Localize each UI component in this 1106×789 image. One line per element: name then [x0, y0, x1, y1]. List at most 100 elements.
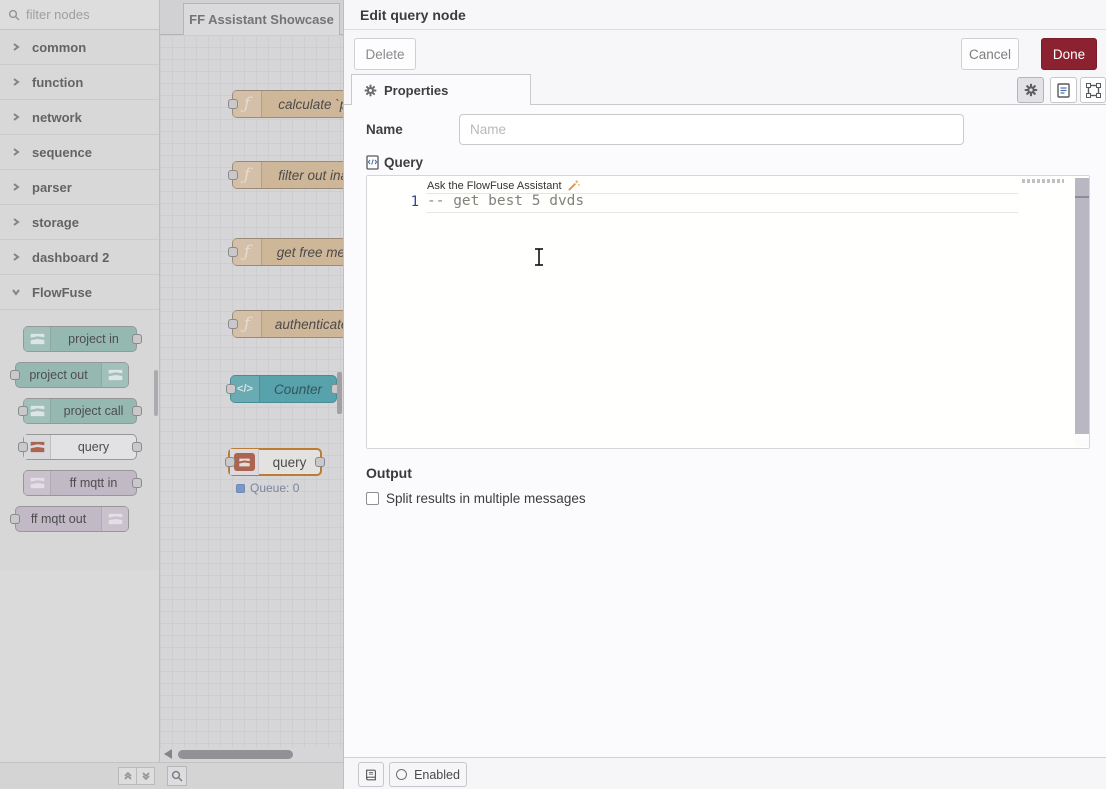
output-port: [132, 334, 142, 344]
tray-title: Edit query node: [344, 0, 1106, 30]
editor-minimap[interactable]: [1022, 179, 1064, 183]
palette-expand-all-button[interactable]: [136, 767, 155, 785]
tab-properties[interactable]: Properties: [351, 74, 531, 105]
palette-scrollbar[interactable]: [154, 370, 158, 416]
flowfuse-logo-icon: [24, 327, 51, 351]
canvas-search-button[interactable]: [167, 766, 187, 786]
appearance-frame-icon: [1086, 83, 1101, 98]
enabled-toggle-button[interactable]: Enabled: [389, 762, 467, 787]
chevron-right-icon: [12, 253, 20, 261]
search-icon: [171, 770, 183, 782]
output-port[interactable]: [315, 457, 325, 467]
input-port: [18, 442, 28, 452]
canvas-horizontal-scrollbar[interactable]: [160, 748, 343, 761]
palette-node-query[interactable]: query: [23, 434, 137, 460]
palette-node-project-in[interactable]: project in: [23, 326, 137, 352]
palette-category-function[interactable]: function: [0, 65, 159, 100]
assistant-hint-row[interactable]: Ask the FlowFuse Assistant: [427, 179, 580, 192]
line-number: 1: [395, 194, 419, 210]
tab-description-icon-button[interactable]: [1050, 77, 1077, 103]
name-input[interactable]: [459, 114, 964, 145]
input-port: [10, 514, 20, 524]
palette-node-ff-mqtt-out[interactable]: ff mqtt out: [15, 506, 129, 532]
palette-flowfuse-section: project in project out project call: [0, 310, 159, 570]
tab-appearance-icon-button[interactable]: [1080, 77, 1106, 103]
node-info-button[interactable]: [358, 762, 384, 787]
palette-collapse-all-button[interactable]: [118, 767, 137, 785]
input-port[interactable]: [228, 170, 238, 180]
input-port[interactable]: [228, 319, 238, 329]
chevron-right-icon: [12, 43, 20, 51]
split-results-checkbox[interactable]: [366, 492, 379, 505]
node-palette: filter nodes common function network seq…: [0, 0, 160, 789]
canvas-grid[interactable]: ƒ calculate `pa ƒ filter out inac ƒ get …: [160, 35, 343, 748]
code-line-1[interactable]: -- get best 5 dvds: [427, 193, 584, 209]
palette-category-network[interactable]: network: [0, 100, 159, 135]
scroll-left-arrow-icon[interactable]: [164, 749, 172, 759]
input-port[interactable]: [226, 384, 236, 394]
palette-category-storage[interactable]: storage: [0, 205, 159, 240]
delete-button[interactable]: Delete: [354, 38, 416, 70]
input-port[interactable]: [228, 247, 238, 257]
canvas-vertical-scrollbar[interactable]: [337, 372, 342, 414]
current-line-border: [426, 212, 1018, 213]
scrollbar-thumb[interactable]: [178, 750, 293, 759]
book-icon: [364, 768, 378, 782]
node-authenticate[interactable]: ƒ authenticateU: [232, 310, 343, 338]
palette-node-ff-mqtt-in[interactable]: ff mqtt in: [23, 470, 137, 496]
palette-category-parser[interactable]: parser: [0, 170, 159, 205]
input-port[interactable]: [225, 457, 235, 467]
flow-canvas[interactable]: FF Assistant Showcase ƒ calculate `pa ƒ …: [160, 0, 343, 789]
chevron-right-icon: [12, 183, 20, 191]
palette-footer: [0, 762, 160, 789]
palette-search[interactable]: filter nodes: [0, 0, 159, 30]
output-port: [132, 478, 142, 488]
enabled-state-icon: [396, 769, 407, 780]
editor-scrollbar-corner: [1075, 434, 1089, 447]
tab-properties-icon-button[interactable]: [1017, 77, 1044, 103]
cancel-button[interactable]: Cancel: [961, 38, 1019, 70]
double-chevron-up-icon: [123, 771, 133, 781]
split-results-row[interactable]: Split results in multiple messages: [366, 491, 586, 506]
magic-wand-icon: [567, 179, 580, 192]
flowfuse-logo-icon: [24, 399, 51, 423]
palette-node-project-out[interactable]: project out: [15, 362, 129, 388]
edit-node-tray: Edit query node Delete Cancel Done Prope…: [343, 0, 1106, 789]
sql-file-icon: [366, 155, 379, 170]
node-get-free-mem[interactable]: ƒ get free mem: [232, 238, 343, 266]
flowfuse-logo-icon: [101, 363, 128, 387]
palette-node-project-call[interactable]: project call: [23, 398, 137, 424]
query-label: Query: [384, 155, 423, 170]
node-query-selected[interactable]: query: [228, 448, 322, 476]
output-port: [132, 442, 142, 452]
node-filter-out[interactable]: ƒ filter out inac: [232, 161, 343, 189]
flowfuse-logo-icon: [24, 471, 51, 495]
chevron-right-icon: [12, 148, 20, 156]
sql-code-editor[interactable]: 1 Ask the FlowFuse Assistant -- get best…: [366, 175, 1090, 449]
palette-category-flowfuse[interactable]: FlowFuse: [0, 275, 159, 310]
chevron-right-icon: [12, 218, 20, 226]
workspace-tab[interactable]: FF Assistant Showcase: [183, 3, 340, 35]
palette-category-common[interactable]: common: [0, 30, 159, 65]
output-port: [132, 406, 142, 416]
tray-footer: Enabled: [344, 757, 1106, 789]
status-dot-icon: [236, 484, 245, 493]
search-icon: [8, 9, 20, 21]
canvas-footer: [160, 762, 343, 789]
done-button[interactable]: Done: [1041, 38, 1097, 70]
flowfuse-logo-icon: [24, 435, 51, 459]
input-port[interactable]: [228, 99, 238, 109]
gear-icon: [1024, 83, 1038, 97]
palette-search-placeholder: filter nodes: [26, 7, 90, 22]
palette-category-dashboard2[interactable]: dashboard 2: [0, 240, 159, 275]
input-port: [10, 370, 20, 380]
palette-category-sequence[interactable]: sequence: [0, 135, 159, 170]
editor-scrollbar[interactable]: [1075, 178, 1089, 434]
tray-body: Name Query 1 Ask the FlowFuse Assistant …: [344, 105, 1106, 757]
node-calculate[interactable]: ƒ calculate `pa: [232, 90, 343, 118]
gear-icon: [364, 84, 377, 97]
workspace-tabbar: FF Assistant Showcase: [160, 0, 343, 35]
output-section-title: Output: [366, 465, 412, 481]
tray-tabbar: Properties: [344, 74, 1106, 105]
node-counter[interactable]: </> Counter: [230, 375, 337, 403]
